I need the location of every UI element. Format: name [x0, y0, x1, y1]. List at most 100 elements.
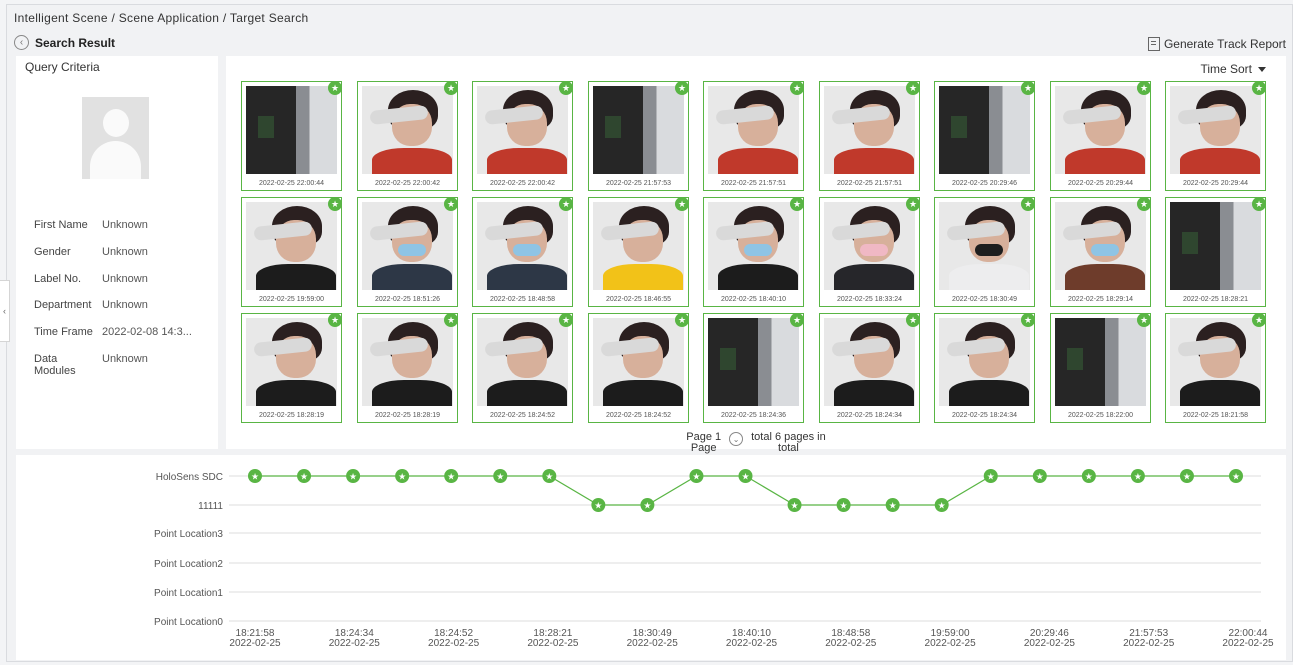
avatar-placeholder — [82, 97, 149, 179]
result-card[interactable]: ★ 2022-02-25 18:22:00 — [1050, 313, 1151, 423]
result-card[interactable]: ★ 2022-02-25 22:00:42 — [357, 81, 458, 191]
star-icon[interactable]: ★ — [559, 81, 573, 95]
star-icon[interactable]: ★ — [328, 81, 342, 95]
star-icon[interactable]: ★ — [1021, 81, 1035, 95]
collapse-panel-handle[interactable]: ‹ — [0, 280, 10, 342]
star-icon[interactable]: ★ — [1252, 81, 1266, 95]
generate-track-report-label: Generate Track Report — [1163, 37, 1286, 51]
result-card[interactable]: ★ 2022-02-25 19:59:00 — [241, 197, 342, 307]
star-icon[interactable]: ★ — [559, 197, 573, 211]
star-icon[interactable]: ★ — [444, 313, 458, 327]
result-card[interactable]: ★ 2022-02-25 21:57:51 — [819, 81, 920, 191]
star-icon[interactable]: ★ — [1021, 197, 1035, 211]
snapshot-timestamp: 2022-02-25 18:24:34 — [952, 412, 1017, 419]
date-tick-label: 2022-02-25 — [825, 638, 877, 649]
track-point-star-icon: ★ — [349, 472, 357, 482]
result-card[interactable]: ★ 2022-02-25 22:00:44 — [241, 81, 342, 191]
photo-shirt — [1065, 264, 1145, 290]
snapshot-image — [593, 86, 684, 174]
snapshot-timestamp: 2022-02-25 18:30:49 — [952, 296, 1017, 303]
track-point-star-icon: ★ — [1085, 472, 1093, 482]
result-card[interactable]: ★ 2022-02-25 21:57:53 — [588, 81, 689, 191]
result-card[interactable]: ★ 2022-02-25 18:33:24 — [819, 197, 920, 307]
result-card[interactable]: ★ 2022-02-25 21:57:51 — [703, 81, 804, 191]
snapshot-timestamp: 2022-02-25 18:28:21 — [1183, 296, 1248, 303]
result-card[interactable]: ★ 2022-02-25 18:46:55 — [588, 197, 689, 307]
photo-shirt — [487, 380, 567, 406]
star-icon[interactable]: ★ — [906, 81, 920, 95]
snapshot-image — [593, 318, 684, 406]
result-card[interactable]: ★ 2022-02-25 20:29:46 — [934, 81, 1035, 191]
result-card[interactable]: ★ 2022-02-25 22:00:42 — [472, 81, 573, 191]
result-card[interactable]: ★ 2022-02-25 18:29:14 — [1050, 197, 1151, 307]
star-icon[interactable]: ★ — [328, 313, 342, 327]
query-field-value: Unknown — [102, 246, 148, 258]
star-icon[interactable]: ★ — [675, 81, 689, 95]
track-point-star-icon: ★ — [545, 472, 553, 482]
star-icon[interactable]: ★ — [328, 197, 342, 211]
breadcrumb: Intelligent Scene / Scene Application / … — [14, 11, 309, 25]
track-timeline: HoloSens SDC 11111 Point Location3 Point Lo… — [16, 455, 1286, 660]
photo-shirt — [487, 264, 567, 290]
star-icon[interactable]: ★ — [444, 81, 458, 95]
snapshot-image — [1055, 318, 1146, 406]
star-icon[interactable]: ★ — [444, 197, 458, 211]
result-card[interactable]: ★ 2022-02-25 18:51:26 — [357, 197, 458, 307]
star-icon[interactable]: ★ — [1137, 197, 1151, 211]
result-card[interactable]: ★ 2022-02-25 20:29:44 — [1050, 81, 1151, 191]
star-icon[interactable]: ★ — [1137, 313, 1151, 327]
photo-shirt — [603, 264, 683, 290]
result-card[interactable]: ★ 2022-02-25 18:24:34 — [934, 313, 1035, 423]
lane-label: Point Location2 — [154, 559, 223, 570]
snapshot-image — [708, 318, 799, 406]
result-card[interactable]: ★ 2022-02-25 18:40:10 — [703, 197, 804, 307]
result-card[interactable]: ★ 2022-02-25 20:29:44 — [1165, 81, 1266, 191]
star-icon[interactable]: ★ — [906, 313, 920, 327]
track-point-star-icon: ★ — [643, 501, 651, 511]
star-icon[interactable]: ★ — [559, 313, 573, 327]
result-card[interactable]: ★ 2022-02-25 18:30:49 — [934, 197, 1035, 307]
star-icon[interactable]: ★ — [790, 197, 804, 211]
query-field-row: Label No. Unknown — [34, 273, 148, 285]
time-sort-dropdown[interactable]: Time Sort — [1200, 62, 1266, 76]
result-card[interactable]: ★ 2022-02-25 18:24:52 — [472, 313, 573, 423]
star-icon[interactable]: ★ — [1252, 197, 1266, 211]
photo-shirt — [834, 380, 914, 406]
results-panel: Time Sort ★ 2022-02-25 22:00:44 ★ 2022-02-2… — [226, 56, 1286, 454]
result-card[interactable]: ★ 2022-02-25 18:24:36 — [703, 313, 804, 423]
snapshot-timestamp: 2022-02-25 18:33:24 — [837, 296, 902, 303]
date-tick-label: 2022-02-25 — [1222, 638, 1274, 649]
generate-track-report-button[interactable]: Generate Track Report — [1147, 37, 1286, 51]
star-icon[interactable]: ★ — [1252, 313, 1266, 327]
back-icon[interactable]: ‹ — [14, 35, 29, 50]
photo-shirt — [834, 148, 914, 174]
snapshot-image — [824, 86, 915, 174]
star-icon[interactable]: ★ — [675, 313, 689, 327]
star-icon[interactable]: ★ — [1137, 81, 1151, 95]
result-card[interactable]: ★ 2022-02-25 18:24:34 — [819, 313, 920, 423]
result-card[interactable]: ★ 2022-02-25 18:28:19 — [357, 313, 458, 423]
star-icon[interactable]: ★ — [790, 81, 804, 95]
pagination: Page 1 Page ⌄ total 6 pages in total — [226, 431, 1286, 454]
page-title: Search Result — [35, 35, 116, 50]
result-card[interactable]: ★ 2022-02-25 18:24:52 — [588, 313, 689, 423]
result-card[interactable]: ★ 2022-02-25 18:21:58 — [1165, 313, 1266, 423]
result-card[interactable]: ★ 2022-02-25 18:48:58 — [472, 197, 573, 307]
page-dropdown-icon[interactable]: ⌄ — [729, 432, 744, 446]
star-icon[interactable]: ★ — [675, 197, 689, 211]
photo-mask — [860, 244, 888, 256]
query-field-label: Data Modules — [34, 353, 76, 377]
result-card[interactable]: ★ 2022-02-25 18:28:21 — [1165, 197, 1266, 307]
result-card[interactable]: ★ 2022-02-25 18:28:19 — [241, 313, 342, 423]
track-point-star-icon: ★ — [251, 472, 259, 482]
track-point-star-icon: ★ — [938, 501, 946, 511]
photo-shirt — [603, 380, 683, 406]
photo-shirt — [949, 264, 1029, 290]
track-point-star-icon: ★ — [840, 501, 848, 511]
star-icon[interactable]: ★ — [790, 313, 804, 327]
star-icon[interactable]: ★ — [906, 197, 920, 211]
date-tick-label: 2022-02-25 — [1123, 638, 1175, 649]
snapshot-timestamp: 2022-02-25 19:59:00 — [259, 296, 324, 303]
star-icon[interactable]: ★ — [1021, 313, 1035, 327]
snapshot-timestamp: 2022-02-25 18:24:52 — [490, 412, 555, 419]
